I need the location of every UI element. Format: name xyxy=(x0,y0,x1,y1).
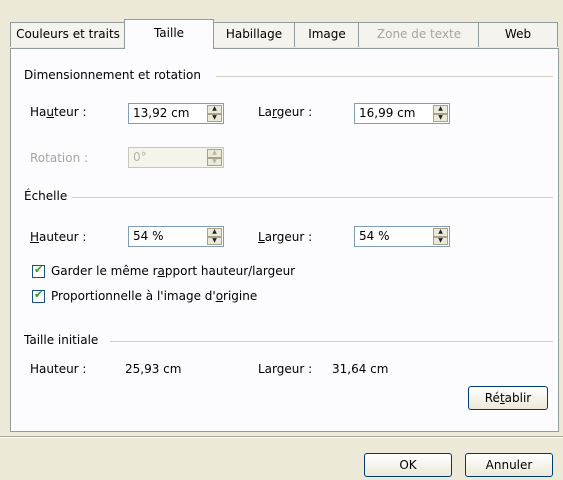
group-title-taille-initiale: Taille initiale xyxy=(24,333,99,347)
spin-down-icon[interactable]: ▼ xyxy=(207,236,222,245)
spin-down-icon[interactable]: ▼ xyxy=(433,236,448,245)
checkbox-keep-ratio-label[interactable]: Garder le même rapport hauteur/largeur xyxy=(51,264,295,278)
tab-image[interactable]: Image xyxy=(294,22,360,47)
spin-up-icon[interactable]: ▲ xyxy=(207,228,222,237)
initiale-largeur-label: Largeur : xyxy=(258,362,313,376)
tab-web[interactable]: Web xyxy=(478,22,558,47)
group-rule xyxy=(216,76,553,77)
spinner-value: 0° xyxy=(133,150,147,164)
initiale-largeur-value: 31,64 cm xyxy=(332,362,389,376)
echelle-largeur-label: Largeur : xyxy=(258,230,313,244)
checkbox-keep-ratio[interactable] xyxy=(32,263,45,278)
checkbox-relative-original[interactable] xyxy=(32,288,45,303)
spin-up-icon: ▲ xyxy=(207,149,222,158)
spin-up-icon[interactable]: ▲ xyxy=(433,228,448,237)
rotation-label: Rotation : xyxy=(30,151,89,165)
group-title-dimension: Dimensionnement et rotation xyxy=(24,68,201,82)
footer-separator xyxy=(0,436,563,438)
spin-down-icon: ▼ xyxy=(207,157,222,166)
group-rule xyxy=(72,197,553,198)
rotation-spinner: 0° ▲ ▼ xyxy=(128,147,224,168)
spin-down-icon[interactable]: ▼ xyxy=(433,113,448,122)
tab-taille[interactable]: Taille xyxy=(124,19,214,49)
dimension-largeur-spinner[interactable]: 16,99 cm ▲ ▼ xyxy=(354,103,450,124)
echelle-hauteur-spinner[interactable]: 54 % ▲ ▼ xyxy=(128,226,224,247)
dimension-hauteur-spinner[interactable]: 13,92 cm ▲ ▼ xyxy=(128,103,224,124)
group-title-echelle: Échelle xyxy=(24,189,68,203)
tab-couleurs-et-traits[interactable]: Couleurs et traits xyxy=(10,22,126,47)
echelle-hauteur-label: Hauteur : xyxy=(30,230,87,244)
spinner-value: 13,92 cm xyxy=(133,106,190,120)
group-rule xyxy=(110,341,553,342)
dimension-hauteur-label: Hauteur : xyxy=(30,105,87,119)
initiale-hauteur-value: 25,93 cm xyxy=(125,362,182,376)
tab-strip: Couleurs et traits Taille Habillage Imag… xyxy=(10,19,558,49)
spinner-value: 16,99 cm xyxy=(359,106,416,120)
spinner-value: 54 % xyxy=(359,229,390,243)
checkbox-relative-original-label[interactable]: Proportionnelle à l'image d'origine xyxy=(51,289,257,303)
ok-button[interactable]: OK xyxy=(364,453,452,477)
echelle-largeur-spinner[interactable]: 54 % ▲ ▼ xyxy=(354,226,450,247)
tab-zone-de-texte[interactable]: Zone de texte xyxy=(358,22,480,47)
cancel-button[interactable]: Annuler xyxy=(465,453,553,477)
spin-up-icon[interactable]: ▲ xyxy=(433,105,448,114)
dimension-largeur-label: Largeur : xyxy=(258,105,313,119)
tab-habillage[interactable]: Habillage xyxy=(212,22,296,47)
reset-button[interactable]: Rétablir xyxy=(468,386,548,410)
spinner-value: 54 % xyxy=(133,229,164,243)
spin-up-icon[interactable]: ▲ xyxy=(207,105,222,114)
spin-down-icon[interactable]: ▼ xyxy=(207,113,222,122)
initiale-hauteur-label: Hauteur : xyxy=(30,362,87,376)
